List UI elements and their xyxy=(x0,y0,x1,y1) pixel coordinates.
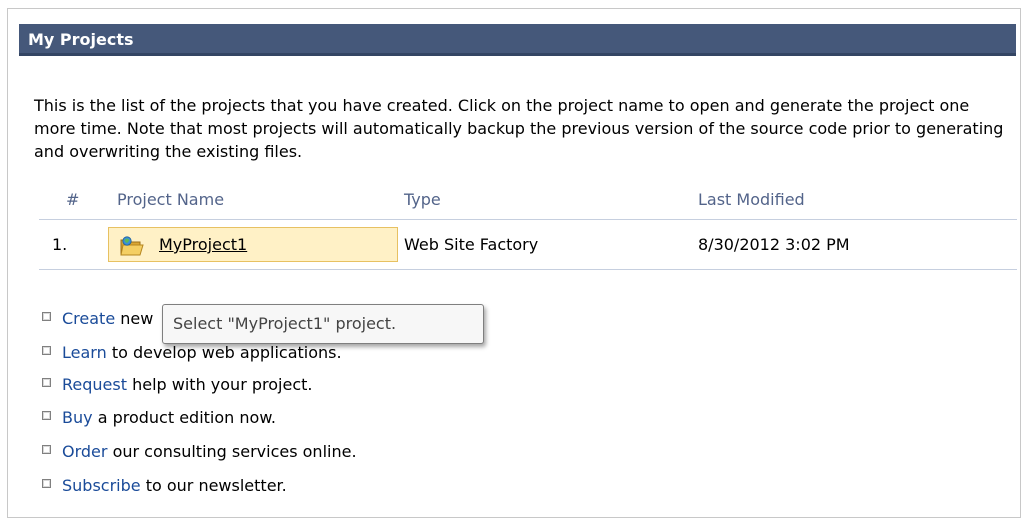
list-item: Buy a product edition now. xyxy=(42,408,276,427)
project-name-cell[interactable]: MyProject1 xyxy=(108,227,398,262)
request-link[interactable]: Request xyxy=(62,375,127,394)
row-divider xyxy=(39,269,1017,270)
tooltip: Select "MyProject1" project. xyxy=(162,304,484,344)
bullet-icon xyxy=(42,312,51,321)
folder-open-icon xyxy=(120,236,144,256)
list-item: Learn to develop web applications. xyxy=(42,343,342,362)
project-link[interactable]: MyProject1 xyxy=(159,235,247,254)
column-header-project-name[interactable]: Project Name xyxy=(117,190,224,209)
link-description: a product edition now. xyxy=(97,408,277,427)
list-item: Create new xyxy=(42,309,153,328)
buy-link[interactable]: Buy xyxy=(62,408,93,427)
create-link[interactable]: Create xyxy=(62,309,115,328)
row-number: 1. xyxy=(52,235,68,254)
learn-link[interactable]: Learn xyxy=(62,343,107,362)
project-type: Web Site Factory xyxy=(404,235,539,254)
bullet-icon xyxy=(42,411,51,420)
link-description: new xyxy=(120,309,154,328)
link-description: to our newsletter. xyxy=(145,476,287,495)
bullet-icon xyxy=(42,378,51,387)
panel-title: My Projects xyxy=(28,30,134,49)
subscribe-link[interactable]: Subscribe xyxy=(62,476,141,495)
bullet-icon xyxy=(42,479,51,488)
bullet-icon xyxy=(42,445,51,454)
bullet-icon xyxy=(42,346,51,355)
list-item: Request help with your project. xyxy=(42,375,312,394)
header-divider xyxy=(39,219,1017,220)
intro-text: This is the list of the projects that yo… xyxy=(34,96,1004,161)
project-last-modified: 8/30/2012 3:02 PM xyxy=(698,235,850,254)
column-header-number: # xyxy=(66,190,80,209)
link-description: help with your project. xyxy=(132,375,313,394)
column-header-last-modified[interactable]: Last Modified xyxy=(698,190,805,209)
link-description: to develop web applications. xyxy=(111,343,342,362)
order-link[interactable]: Order xyxy=(62,442,107,461)
link-description: our consulting services online. xyxy=(112,442,357,461)
panel-title-bar: My Projects xyxy=(19,24,1016,56)
list-item: Order our consulting services online. xyxy=(42,442,357,461)
column-header-type[interactable]: Type xyxy=(404,190,441,209)
list-item: Subscribe to our newsletter. xyxy=(42,476,287,495)
